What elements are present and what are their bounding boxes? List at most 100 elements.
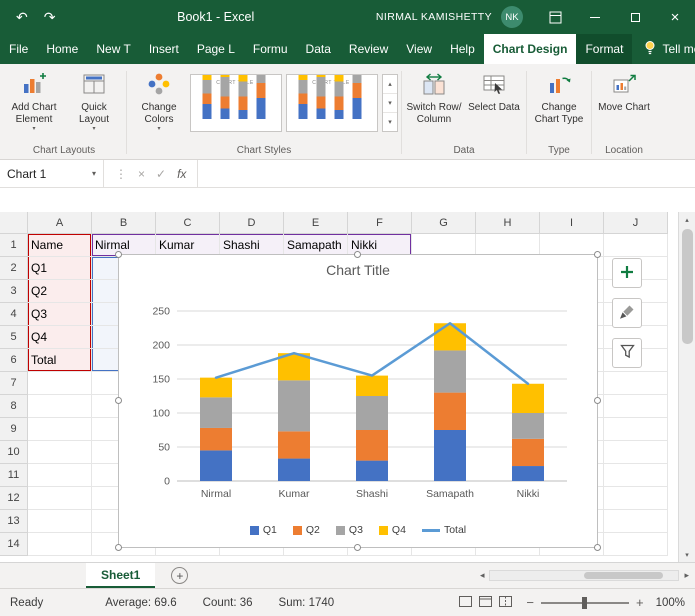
gallery-more-icon[interactable]: ▾ (383, 113, 397, 131)
col-header-G[interactable]: G (412, 212, 476, 234)
row-header-4[interactable]: 4 (0, 303, 28, 326)
col-header-E[interactable]: E (284, 212, 348, 234)
col-header-F[interactable]: F (348, 212, 412, 234)
col-header-J[interactable]: J (604, 212, 668, 234)
maximize-icon[interactable] (615, 0, 655, 34)
cell-J13[interactable] (604, 510, 668, 533)
cell-A3[interactable]: Q2 (28, 280, 92, 303)
cell-A13[interactable] (28, 510, 92, 533)
cell-J7[interactable] (604, 372, 668, 395)
row-header-13[interactable]: 13 (0, 510, 28, 533)
change-colors-button[interactable]: Change Colors ▾ (130, 67, 188, 132)
chart-handle-sw[interactable] (115, 544, 122, 551)
chart-handle-se[interactable] (594, 544, 601, 551)
tab-file[interactable]: File (0, 34, 37, 64)
row-header-3[interactable]: 3 (0, 280, 28, 303)
chart-handle-ne[interactable] (594, 251, 601, 258)
page-break-view-icon[interactable] (499, 596, 512, 610)
cell-A1[interactable]: Name (28, 234, 92, 257)
row-header-5[interactable]: 5 (0, 326, 28, 349)
tab-chart-design[interactable]: Chart Design (484, 34, 577, 64)
chart-elements-button[interactable] (612, 258, 642, 288)
switch-row-column-button[interactable]: Switch Row/ Column (405, 67, 463, 125)
chart-style-thumbnail-1[interactable]: CHART TITLE (190, 74, 282, 132)
cell-A6[interactable]: Total (28, 349, 92, 372)
cell-A7[interactable] (28, 372, 92, 395)
tell-me[interactable]: Tell me (632, 34, 695, 64)
chart-title[interactable]: Chart Title (326, 262, 390, 283)
col-header-C[interactable]: C (156, 212, 220, 234)
zoom-out-icon[interactable]: − (526, 596, 534, 609)
chart-styles-button[interactable] (612, 298, 642, 328)
cell-A14[interactable] (28, 533, 92, 556)
chart-handle-w[interactable] (115, 397, 122, 404)
row-header-1[interactable]: 1 (0, 234, 28, 257)
formula-input[interactable] (198, 160, 695, 187)
chart-handle-n[interactable] (354, 251, 361, 258)
tab-data[interactable]: Data (297, 34, 340, 64)
cell-A11[interactable] (28, 464, 92, 487)
col-header-A[interactable]: A (28, 212, 92, 234)
col-header-I[interactable]: I (540, 212, 604, 234)
zoom-in-icon[interactable]: + (636, 596, 644, 609)
cell-J12[interactable] (604, 487, 668, 510)
tab-formu[interactable]: Formu (244, 34, 297, 64)
status-sum[interactable]: Sum: 1740 (279, 597, 335, 609)
chart-handle-e[interactable] (594, 397, 601, 404)
insert-function-icon[interactable]: fx (177, 167, 186, 181)
chart-handle-nw[interactable] (115, 251, 122, 258)
select-data-button[interactable]: Select Data (465, 67, 523, 114)
vertical-scroll-thumb[interactable] (682, 229, 693, 344)
tab-home[interactable]: Home (37, 34, 87, 64)
row-header-8[interactable]: 8 (0, 395, 28, 418)
cell-A5[interactable]: Q4 (28, 326, 92, 349)
scroll-up-icon[interactable]: ▴ (679, 212, 695, 227)
cell-J8[interactable] (604, 395, 668, 418)
cell-J14[interactable] (604, 533, 668, 556)
row-header-11[interactable]: 11 (0, 464, 28, 487)
vertical-scrollbar[interactable]: ▴ ▾ (678, 212, 695, 562)
page-layout-view-icon[interactable] (479, 596, 492, 610)
gallery-up-icon[interactable]: ▴ (383, 75, 397, 94)
quick-layout-button[interactable]: Quick Layout ▾ (65, 67, 123, 132)
row-header-6[interactable]: 6 (0, 349, 28, 372)
cell-J1[interactable] (604, 234, 668, 257)
chart-handle-s[interactable] (354, 544, 361, 551)
tab-format[interactable]: Format (576, 34, 632, 64)
minimize-icon[interactable] (575, 0, 615, 34)
enter-icon[interactable]: ✓ (156, 167, 166, 181)
cell-A12[interactable] (28, 487, 92, 510)
row-header-2[interactable]: 2 (0, 257, 28, 280)
horizontal-scrollbar[interactable] (489, 570, 679, 581)
tab-new-t[interactable]: New T (87, 34, 139, 64)
chart[interactable]: Chart Title 050100150200250NirmalKumarSh… (118, 254, 598, 548)
normal-view-icon[interactable] (459, 596, 472, 610)
gallery-down-icon[interactable]: ▾ (383, 94, 397, 113)
row-header-7[interactable]: 7 (0, 372, 28, 395)
cell-A2[interactable]: Q1 (28, 257, 92, 280)
move-chart-button[interactable]: Move Chart (595, 67, 653, 114)
cell-A4[interactable]: Q3 (28, 303, 92, 326)
add-chart-element-button[interactable]: Add Chart Element ▾ (5, 67, 63, 132)
horizontal-scroll-thumb[interactable] (584, 572, 663, 579)
tab-page-l[interactable]: Page L (188, 34, 244, 64)
tab-view[interactable]: View (397, 34, 441, 64)
tab-insert[interactable]: Insert (140, 34, 188, 64)
ribbon-display-options-icon[interactable] (535, 0, 575, 34)
cell-J10[interactable] (604, 441, 668, 464)
tab-help[interactable]: Help (441, 34, 484, 64)
col-header-B[interactable]: B (92, 212, 156, 234)
row-header-12[interactable]: 12 (0, 487, 28, 510)
status-count[interactable]: Count: 36 (203, 597, 253, 609)
close-icon[interactable]: × (655, 0, 695, 34)
select-all-corner[interactable] (0, 212, 28, 234)
name-box[interactable]: Chart 1 ▾ (0, 160, 104, 187)
col-header-D[interactable]: D (220, 212, 284, 234)
cell-A10[interactable] (28, 441, 92, 464)
hscroll-right-icon[interactable]: ▸ (684, 570, 689, 581)
col-header-H[interactable]: H (476, 212, 540, 234)
chevron-down-icon[interactable]: ▾ (92, 169, 96, 178)
row-header-10[interactable]: 10 (0, 441, 28, 464)
hscroll-left-icon[interactable]: ◂ (480, 570, 485, 581)
sheet-tab-sheet1[interactable]: Sheet1 (86, 563, 155, 588)
